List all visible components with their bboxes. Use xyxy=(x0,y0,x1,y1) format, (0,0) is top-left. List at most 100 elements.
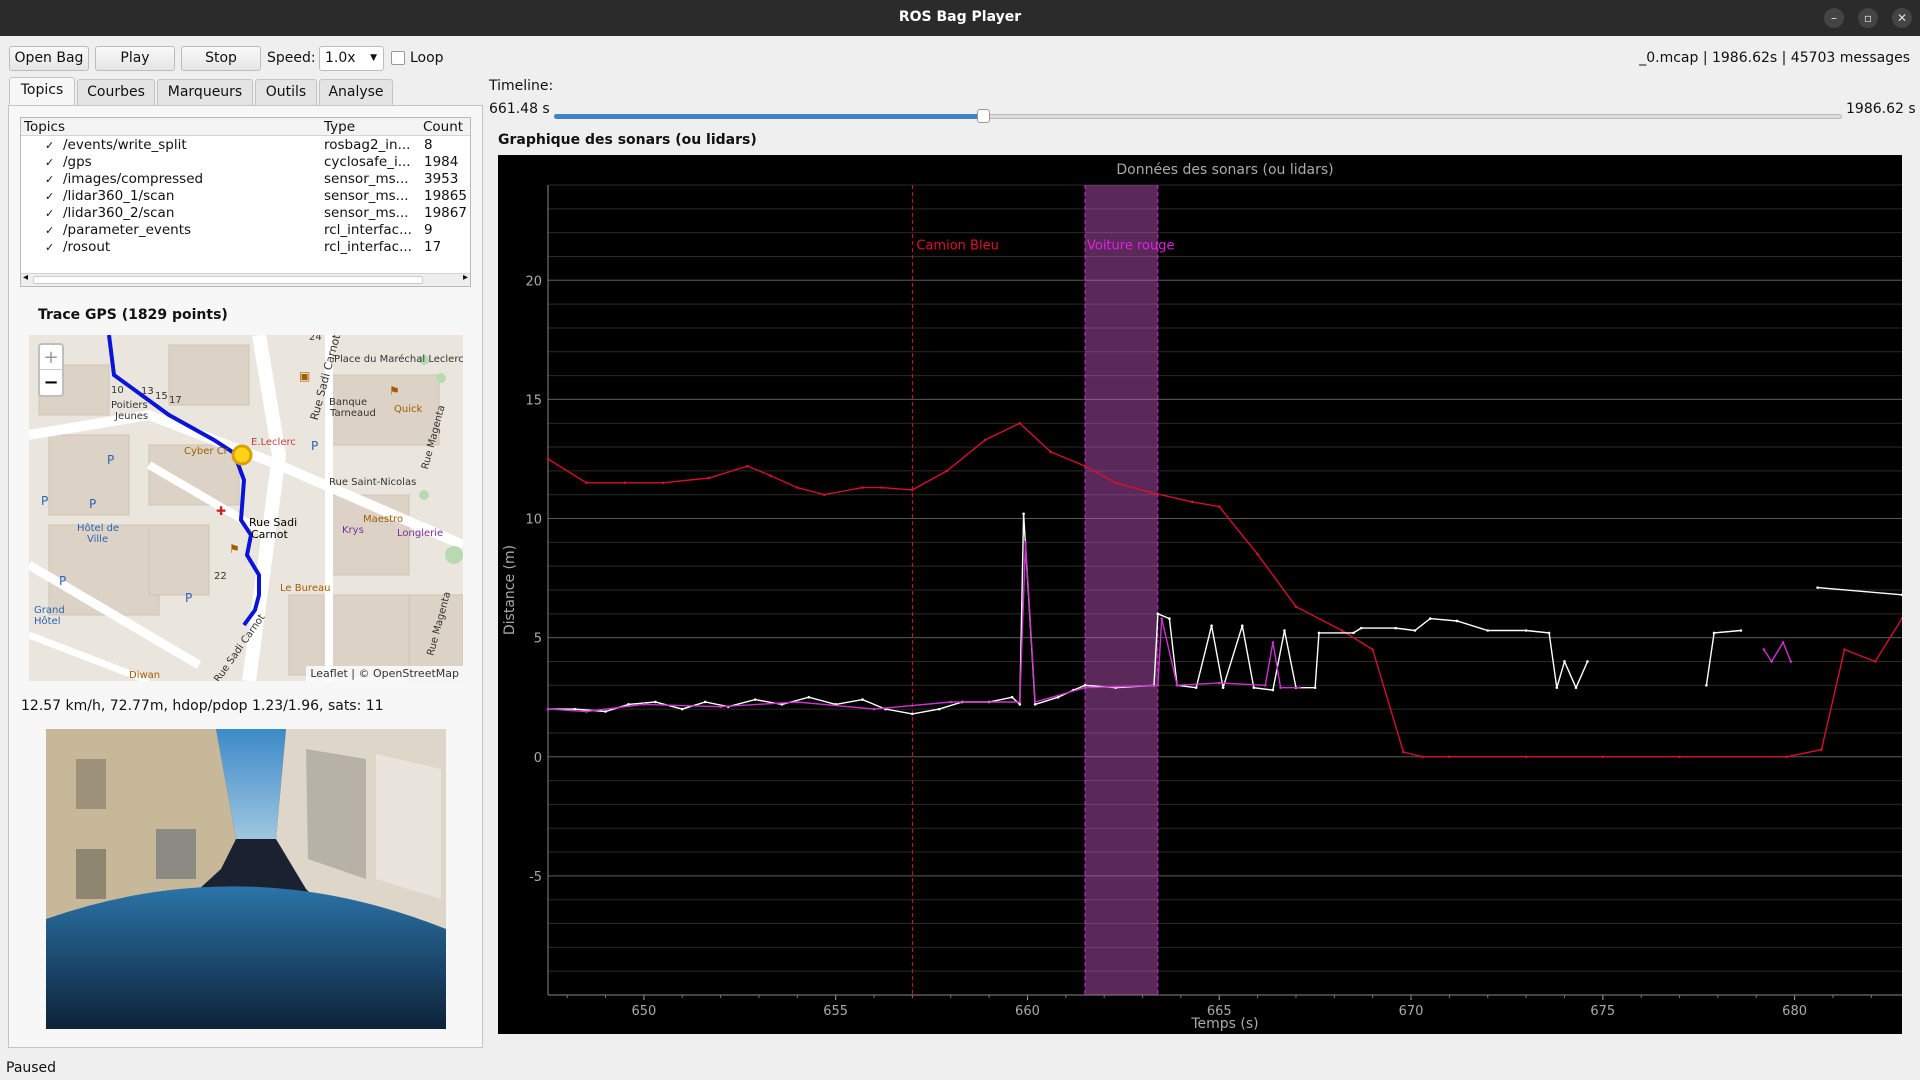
data-point xyxy=(1524,629,1528,632)
data-point xyxy=(1283,629,1286,632)
data-point xyxy=(796,700,799,704)
scroll-left-icon[interactable]: ◂ xyxy=(23,272,28,283)
svg-text:Jeunes: Jeunes xyxy=(114,411,148,422)
tab-analyse[interactable]: Analyse xyxy=(319,79,393,105)
topic-count: 3953 xyxy=(424,171,459,187)
data-point xyxy=(796,486,799,489)
x-tick-label: 655 xyxy=(823,1004,848,1019)
table-row[interactable]: ✓ /parameter_events rcl_interfac... 9 xyxy=(21,222,470,239)
chart-title: Données des sonars (ou lidars) xyxy=(1116,162,1333,178)
svg-text:P: P xyxy=(185,591,192,605)
close-icon[interactable]: ✕ xyxy=(1892,8,1912,28)
camera-image xyxy=(46,729,446,1029)
y-tick-label: 20 xyxy=(525,274,542,289)
column-count[interactable]: Count xyxy=(423,118,463,136)
svg-text:Diwan: Diwan xyxy=(129,670,160,681)
svg-text:Le Bureau: Le Bureau xyxy=(280,583,330,594)
speed-select[interactable]: 1.0x ▼ xyxy=(319,46,384,71)
data-point xyxy=(1252,686,1256,689)
svg-text:22: 22 xyxy=(214,571,227,582)
stop-button[interactable]: Stop xyxy=(181,46,261,71)
data-point xyxy=(1175,683,1179,687)
data-point xyxy=(1083,683,1087,687)
data-point xyxy=(1770,660,1773,663)
topic-checkbox[interactable]: ✓ xyxy=(45,242,54,253)
data-point xyxy=(1279,686,1282,689)
data-point xyxy=(1524,755,1528,759)
table-row[interactable]: ✓ /events/write_split rosbag2_in... 8 xyxy=(21,137,470,154)
svg-text:P: P xyxy=(311,439,318,453)
topic-checkbox[interactable]: ✓ xyxy=(45,140,54,151)
topic-count: 9 xyxy=(424,222,433,238)
status-bar: Paused xyxy=(6,1060,57,1076)
svg-text:P: P xyxy=(41,494,48,508)
x-tick-label: 660 xyxy=(1015,1004,1040,1019)
data-point xyxy=(1586,660,1589,663)
data-point xyxy=(1762,648,1766,651)
data-point xyxy=(937,707,941,711)
data-point xyxy=(1256,552,1259,556)
svg-text:Krys: Krys xyxy=(342,525,364,536)
topic-checkbox[interactable]: ✓ xyxy=(45,157,54,168)
table-row[interactable]: ✓ /images/compressed sensor_ms... 3953 xyxy=(21,171,470,188)
data-point xyxy=(1421,755,1424,759)
topic-checkbox[interactable]: ✓ xyxy=(45,174,54,185)
data-point xyxy=(1156,683,1160,687)
svg-text:⚑: ⚑ xyxy=(389,384,400,398)
data-point xyxy=(1160,617,1164,620)
data-point xyxy=(1900,593,1904,597)
horizontal-scrollbar[interactable]: ◂ ▸ xyxy=(21,272,470,286)
topic-type: sensor_ms... xyxy=(324,205,409,221)
svg-text:Hôtel de: Hôtel de xyxy=(77,522,119,534)
gps-map[interactable]: Place du Maréchal Leclerc Banque Tarneaud… xyxy=(29,335,463,681)
timeline-current: 661.48 s xyxy=(489,101,550,117)
zoom-in-button[interactable]: + xyxy=(40,345,62,370)
play-button[interactable]: Play xyxy=(95,46,175,71)
svg-text:Hôtel: Hôtel xyxy=(34,615,61,627)
topic-checkbox[interactable]: ✓ xyxy=(45,225,54,236)
sonar-plot[interactable]: 20 15 10 5 0 -5 650 655 660 665 670 675 680 Camion Bl… xyxy=(498,155,1904,1034)
topic-count: 8 xyxy=(424,137,433,153)
timeline-slider[interactable] xyxy=(554,104,1842,132)
data-point xyxy=(861,698,864,701)
data-point xyxy=(1678,755,1681,759)
tab-topics[interactable]: Topics xyxy=(9,77,75,105)
y-tick-label: 0 xyxy=(534,751,542,766)
table-row[interactable]: ✓ /gps cyclosafe_i... 1984 xyxy=(21,154,470,171)
table-row[interactable]: ✓ /rosout rcl_interfac... 17 xyxy=(21,239,470,256)
gps-position-marker xyxy=(231,444,253,466)
data-point xyxy=(1018,703,1022,706)
topics-table[interactable]: Topics Type Count ✓ /events/write_split ro… xyxy=(20,117,471,287)
maximize-icon[interactable]: ▫ xyxy=(1858,8,1878,28)
column-type[interactable]: Type xyxy=(324,118,355,136)
svg-text:✚: ✚ xyxy=(216,504,226,518)
topic-checkbox[interactable]: ✓ xyxy=(45,191,54,202)
svg-text:17: 17 xyxy=(169,395,182,406)
table-row[interactable]: ✓ /lidar360_1/scan sensor_ms... 19865 xyxy=(21,188,470,205)
x-tick-label: 675 xyxy=(1590,1004,1615,1019)
tab-marqueurs[interactable]: Marqueurs xyxy=(157,79,253,105)
topic-count: 17 xyxy=(424,239,442,255)
scrollbar-handle[interactable] xyxy=(33,276,423,284)
data-point xyxy=(585,710,588,713)
tab-outils[interactable]: Outils xyxy=(255,79,317,105)
topic-type: rosbag2_in... xyxy=(324,137,411,153)
topic-checkbox[interactable]: ✓ xyxy=(45,208,54,219)
data-point xyxy=(1547,631,1551,635)
loop-checkbox[interactable] xyxy=(391,51,405,65)
data-point xyxy=(746,464,749,468)
data-point xyxy=(1271,688,1275,692)
svg-text:Poitiers: Poitiers xyxy=(111,400,148,411)
tab-courbes[interactable]: Courbes xyxy=(77,79,155,105)
zoom-out-button[interactable]: − xyxy=(40,370,62,395)
slider-handle[interactable] xyxy=(976,109,990,123)
data-point xyxy=(1271,641,1275,644)
column-topics[interactable]: Topics xyxy=(24,118,65,136)
data-point xyxy=(1352,631,1355,635)
table-row[interactable]: ✓ /lidar360_2/scan sensor_ms... 19867 xyxy=(21,205,470,222)
open-bag-button[interactable]: Open Bag xyxy=(9,46,89,71)
scroll-right-icon[interactable]: ▸ xyxy=(463,272,468,283)
data-point xyxy=(753,698,757,701)
attribution-text[interactable]: Leaflet | © OpenStreetMap xyxy=(310,667,459,680)
minimize-icon[interactable]: – xyxy=(1824,8,1844,28)
